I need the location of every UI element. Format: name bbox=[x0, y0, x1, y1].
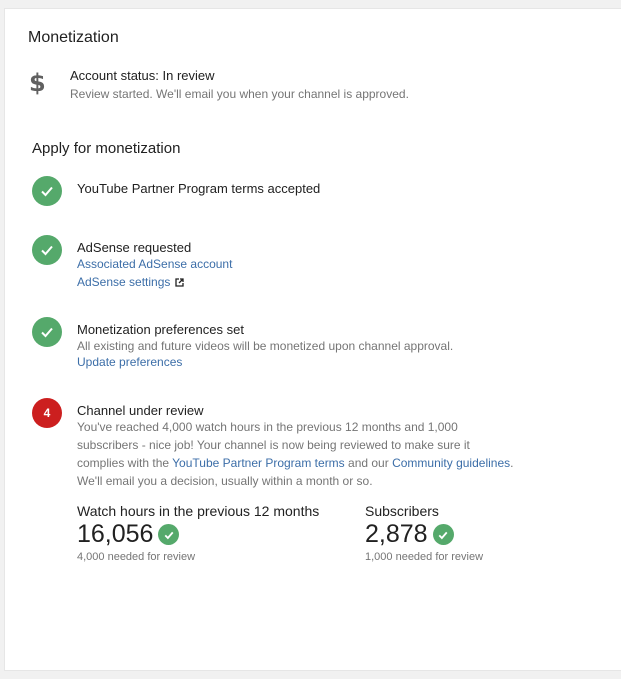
adsense-settings-link[interactable]: AdSense settings bbox=[77, 275, 185, 289]
page-title: Monetization bbox=[28, 29, 119, 46]
dollar-icon: $ bbox=[29, 69, 46, 97]
subscribers-requirement: 1,000 needed for review bbox=[365, 551, 484, 563]
review-text-4: We'll email you a decision, usually with… bbox=[77, 474, 373, 488]
subscribers-value-row: 2,878 bbox=[365, 520, 454, 549]
apply-section-title: Apply for monetization bbox=[32, 140, 181, 157]
monetization-card: Monetization $ Account status: In review… bbox=[5, 9, 621, 670]
subscribers-value: 2,878 bbox=[365, 520, 428, 548]
review-text-2: and our bbox=[344, 456, 393, 470]
associated-adsense-link[interactable]: Associated AdSense account bbox=[77, 257, 232, 271]
external-link-icon bbox=[175, 277, 185, 287]
watch-hours-value: 16,056 bbox=[77, 520, 154, 548]
account-status-description: Review started. We'll email you when you… bbox=[70, 87, 409, 101]
community-guidelines-link[interactable]: Community guidelines bbox=[392, 456, 510, 470]
review-text-3: . bbox=[510, 456, 514, 470]
account-status: Account status: In review bbox=[70, 68, 215, 83]
step-preferences-title: Monetization preferences set bbox=[77, 322, 244, 337]
step-adsense-title: AdSense requested bbox=[77, 240, 192, 255]
watch-hours-value-row: 16,056 bbox=[77, 520, 180, 549]
check-icon bbox=[32, 176, 62, 206]
step-terms-title: YouTube Partner Program terms accepted bbox=[77, 181, 321, 196]
step-review-title: Channel under review bbox=[77, 403, 204, 418]
check-icon bbox=[32, 317, 62, 347]
check-icon bbox=[158, 524, 180, 545]
step-preferences-description: All existing and future videos will be m… bbox=[77, 339, 454, 353]
update-preferences-link[interactable]: Update preferences bbox=[77, 355, 182, 369]
step-number-badge: 4 bbox=[32, 398, 62, 428]
step-review-description: You've reached 4,000 watch hours in the … bbox=[77, 418, 517, 490]
subscribers-label: Subscribers bbox=[365, 503, 439, 519]
watch-hours-label: Watch hours in the previous 12 months bbox=[77, 503, 320, 519]
watch-hours-requirement: 4,000 needed for review bbox=[77, 551, 196, 563]
check-icon bbox=[32, 235, 62, 265]
check-icon bbox=[432, 524, 454, 545]
partner-program-terms-link[interactable]: YouTube Partner Program terms bbox=[172, 456, 345, 470]
adsense-settings-label: AdSense settings bbox=[77, 275, 171, 289]
